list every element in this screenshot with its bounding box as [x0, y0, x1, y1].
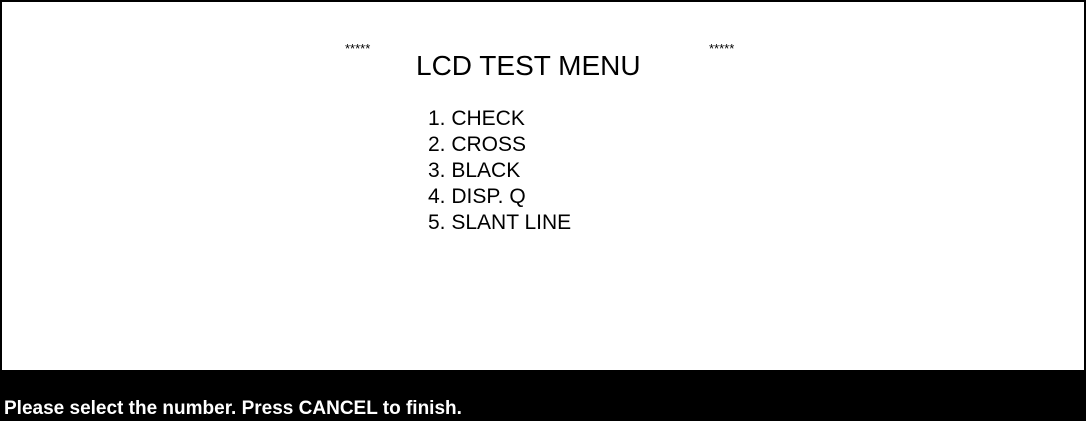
title-decoration-left: *****	[345, 41, 371, 56]
menu-item-cross[interactable]: 2. CROSS	[428, 132, 571, 158]
status-bar: Please select the number. Press CANCEL t…	[0, 370, 1086, 421]
menu-item-slant-line[interactable]: 5. SLANT LINE	[428, 210, 571, 236]
lcd-test-screen: ***** LCD TEST MENU ***** 1. CHECK 2. CR…	[0, 0, 1086, 420]
test-menu: 1. CHECK 2. CROSS 3. BLACK 4. DISP. Q 5.…	[428, 106, 571, 236]
menu-item-disp-q[interactable]: 4. DISP. Q	[428, 184, 571, 210]
menu-item-black[interactable]: 3. BLACK	[428, 158, 571, 184]
menu-item-check[interactable]: 1. CHECK	[428, 106, 571, 132]
status-message: Please select the number. Press CANCEL t…	[4, 398, 462, 419]
page-title: LCD TEST MENU	[416, 50, 641, 81]
title-decoration-right: *****	[709, 41, 735, 56]
